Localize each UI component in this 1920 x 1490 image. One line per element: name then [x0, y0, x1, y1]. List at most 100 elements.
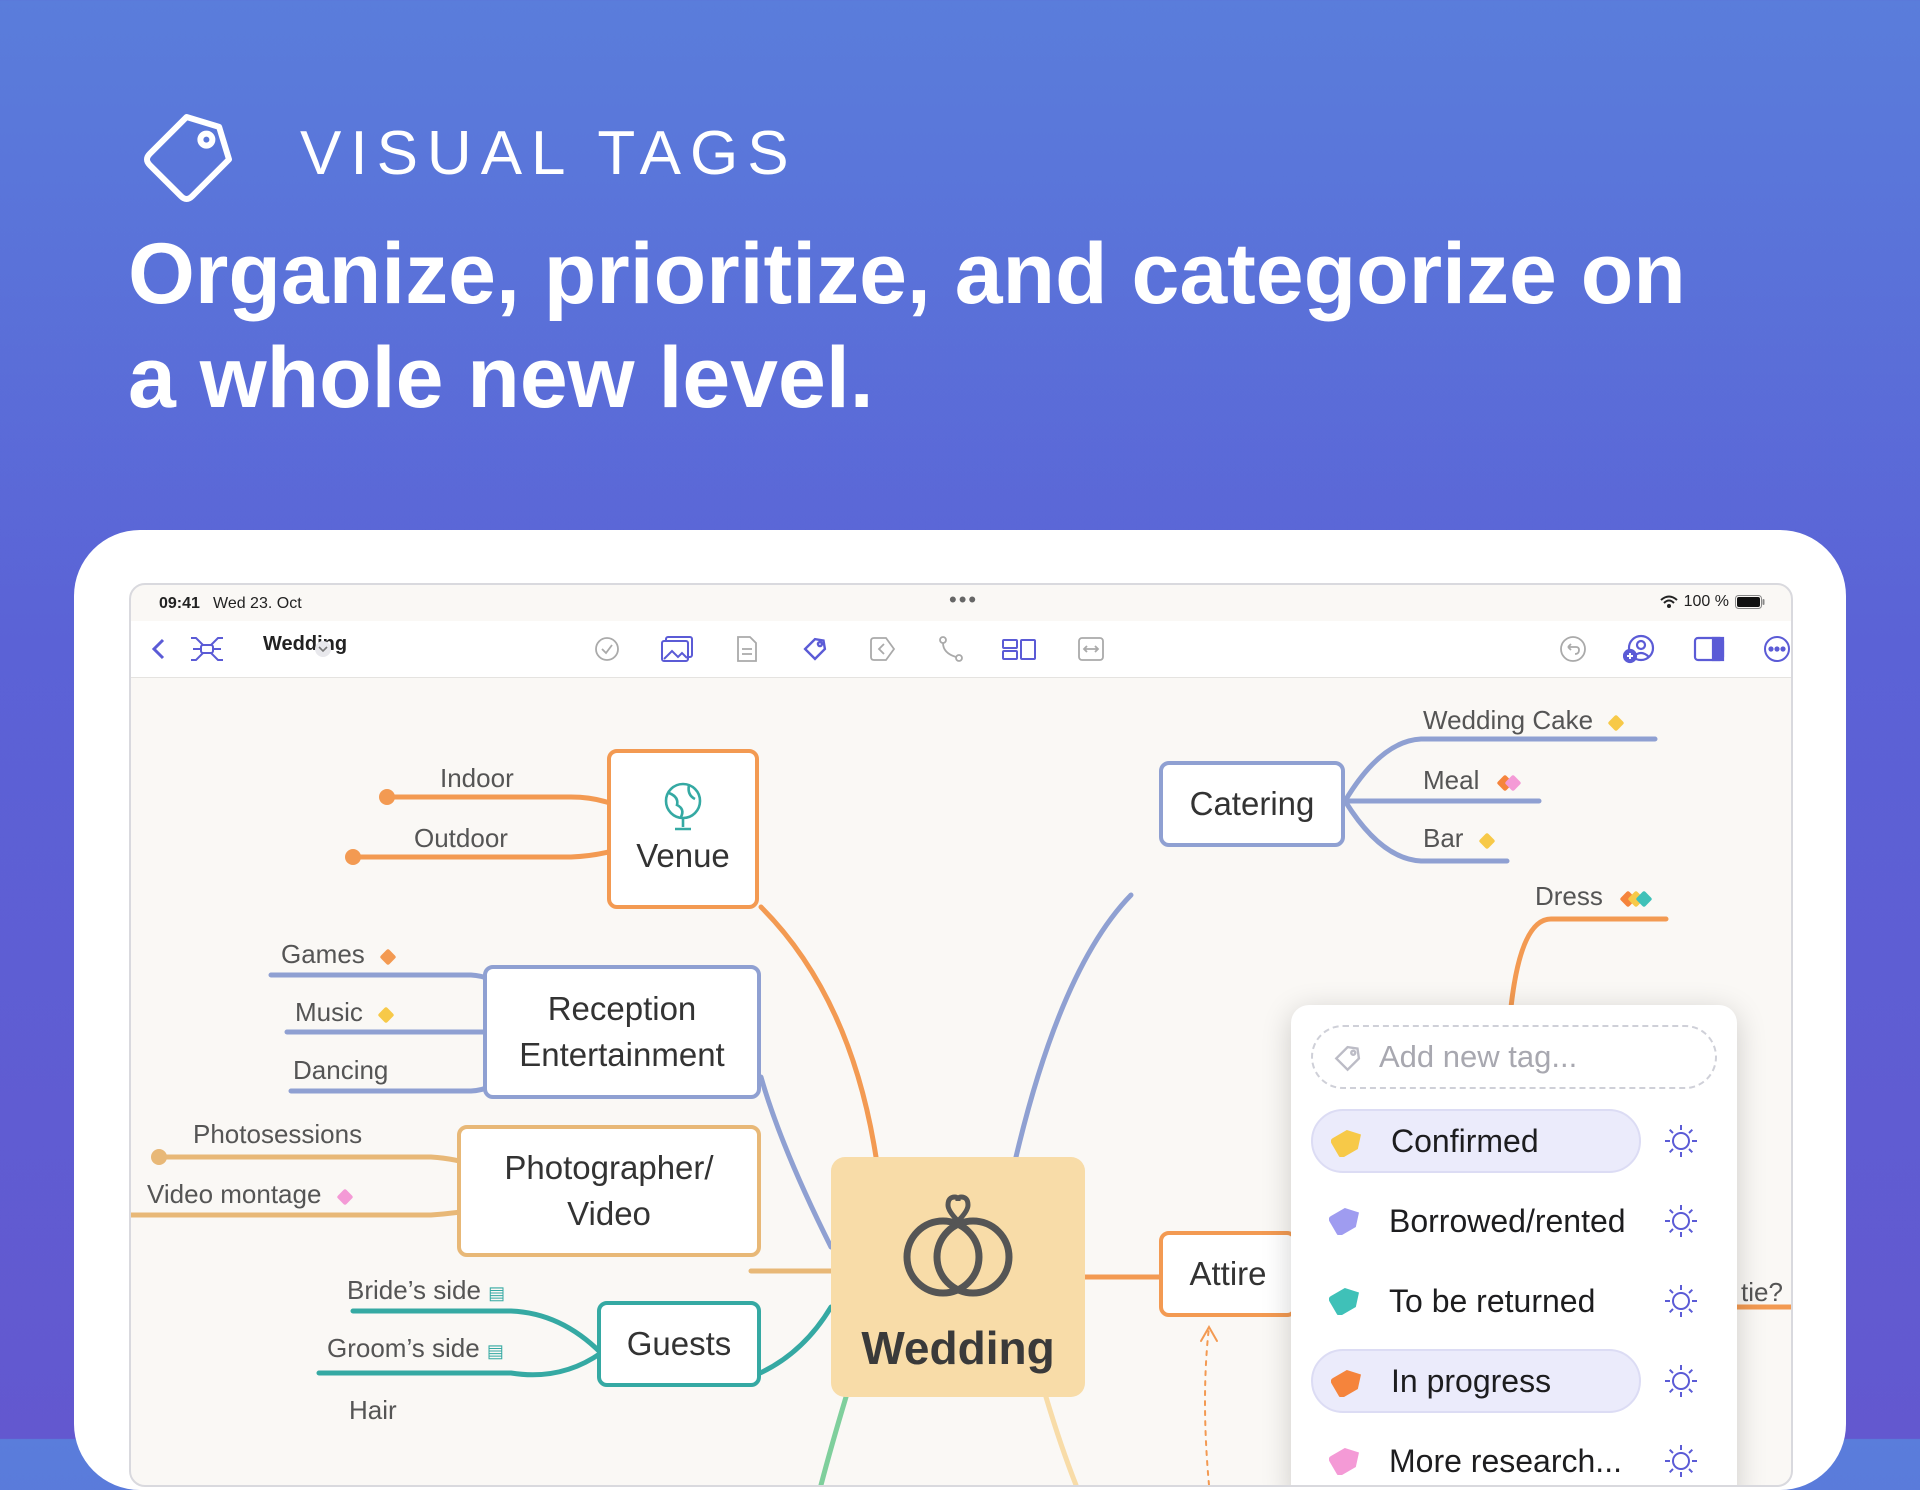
leaf-grooms-side[interactable]: Groom’s side ▤ [327, 1333, 504, 1364]
fit-width-icon[interactable] [1073, 631, 1109, 667]
more-icon[interactable] [1759, 631, 1791, 667]
tag-label: Borrowed/rented [1389, 1202, 1626, 1239]
node-guests[interactable]: Guests [597, 1301, 761, 1387]
checkmark-icon[interactable] [589, 631, 625, 667]
tag-row-to-be-returned[interactable]: To be returned [1311, 1269, 1641, 1333]
mindmap-canvas[interactable]: Venue Indoor Outdoor Reception Entertain… [131, 677, 1791, 1485]
tag-swatch-teal [1329, 1287, 1359, 1315]
tag-dot-yellow [377, 1006, 395, 1024]
leaf-grooms-label: Groom’s side [327, 1333, 480, 1363]
app-screen: 09:41 Wed 23. Oct ••• 100 % Wedding Venu… [129, 583, 1793, 1487]
tag-dot-orange [379, 948, 397, 966]
globe-icon [664, 782, 702, 831]
node-attire[interactable]: Attire [1159, 1231, 1297, 1317]
gear-icon[interactable] [1661, 1281, 1701, 1321]
leaf-games[interactable]: Games [281, 939, 397, 970]
tag-row-borrowed[interactable]: Borrowed/rented [1311, 1189, 1641, 1253]
leaf-video-label: Video montage [147, 1179, 322, 1209]
leaf-brides-label: Bride’s side [347, 1275, 481, 1305]
leaf-hair[interactable]: Hair [349, 1395, 397, 1426]
gear-icon[interactable] [1661, 1441, 1701, 1481]
tag-dot-pink [336, 1188, 354, 1206]
tag-swatch-yellow [1331, 1129, 1361, 1157]
leaf-meal-label: Meal [1423, 765, 1480, 795]
rings-icon [903, 1194, 1013, 1297]
leaf-indoor[interactable]: Indoor [440, 763, 514, 794]
tag-row-more-research[interactable]: More research... [1311, 1429, 1641, 1485]
leaf-tie[interactable]: tie? [1741, 1277, 1783, 1308]
note-icon: ▤ [488, 1283, 506, 1303]
leaf-meal[interactable]: Meal [1423, 765, 1522, 796]
tag-label: Confirmed [1391, 1122, 1539, 1159]
tag-popup: Add new tag... Confirmed Borrowed/rented… [1291, 1005, 1737, 1485]
leaf-bar-label: Bar [1423, 823, 1464, 853]
tag-outline-icon [1334, 1045, 1361, 1072]
tag-icon [144, 113, 233, 202]
leaf-music-label: Music [295, 997, 363, 1027]
gear-icon[interactable] [1661, 1121, 1701, 1161]
note-icon: ▤ [486, 1341, 504, 1361]
reception-line2: Entertainment [519, 1036, 725, 1073]
relation-icon[interactable] [933, 631, 969, 667]
leaf-dress-label: Dress [1535, 881, 1603, 911]
battery-percent: 100 % [1683, 593, 1729, 610]
battery-status: 100 % [1659, 593, 1765, 611]
note-icon[interactable] [729, 631, 765, 667]
leaf-music[interactable]: Music [295, 997, 395, 1028]
photo-line2: Video [567, 1195, 651, 1232]
venue-label: Venue [636, 837, 730, 874]
leaf-bar[interactable]: Bar [1423, 823, 1496, 854]
attire-label: Attire [1189, 1255, 1267, 1292]
undo-icon[interactable] [1555, 631, 1591, 667]
reception-line1: Reception [547, 990, 697, 1027]
status-bar: 09:41 Wed 23. Oct ••• 100 % [131, 585, 1791, 621]
tag-swatch-pink [1329, 1447, 1359, 1475]
status-time: 09:41 [159, 595, 200, 612]
tag-dot-yellow [1607, 714, 1625, 732]
leaf-wedding-cake[interactable]: Wedding Cake [1423, 705, 1625, 736]
battery-icon [1735, 595, 1765, 609]
headline: Organize, prioritize, and categorize on … [128, 226, 1686, 426]
tag-label: To be returned [1389, 1282, 1596, 1319]
gear-icon[interactable] [1661, 1201, 1701, 1241]
status-date: Wed 23. Oct [213, 595, 302, 612]
leaf-video-montage[interactable]: Video montage [147, 1179, 354, 1210]
tag-label: In progress [1391, 1362, 1552, 1399]
add-tag-input[interactable]: Add new tag... [1311, 1025, 1717, 1089]
photo-line1: Photographer/ [504, 1149, 714, 1186]
multitask-dots[interactable]: ••• [949, 587, 978, 613]
leaf-dress[interactable]: Dress [1535, 881, 1653, 912]
tag-label: More research... [1389, 1442, 1622, 1479]
image-icon[interactable] [659, 631, 695, 667]
leaf-dancing[interactable]: Dancing [293, 1055, 388, 1086]
node-catering[interactable]: Catering [1159, 761, 1345, 847]
leaf-brides-side[interactable]: Bride’s side ▤ [347, 1275, 505, 1306]
node-wedding-center[interactable]: Wedding [831, 1157, 1085, 1397]
center-label: Wedding [861, 1322, 1055, 1374]
guests-label: Guests [626, 1325, 732, 1362]
layout-icon[interactable] [1001, 631, 1037, 667]
tag-toolbar-icon[interactable] [797, 631, 833, 667]
tag-row-confirmed[interactable]: Confirmed [1311, 1109, 1641, 1173]
link-tag-icon[interactable] [865, 631, 901, 667]
back-chevron-icon[interactable] [141, 631, 177, 667]
tag-dot-yellow [1478, 832, 1496, 850]
mindmap-icon[interactable] [189, 631, 225, 667]
sidebar-icon[interactable] [1691, 631, 1727, 667]
chevron-down-icon[interactable] [305, 631, 341, 667]
tag-row-in-progress[interactable]: In progress [1311, 1349, 1641, 1413]
leaf-games-label: Games [281, 939, 365, 969]
tag-swatch-orange [1331, 1369, 1361, 1397]
leaf-outdoor[interactable]: Outdoor [414, 823, 508, 854]
wifi-icon [1659, 595, 1678, 608]
node-reception[interactable]: Reception Entertainment [483, 965, 761, 1099]
node-venue[interactable]: Venue [607, 749, 759, 909]
gear-icon[interactable] [1661, 1361, 1701, 1401]
leaf-cake-label: Wedding Cake [1423, 705, 1594, 735]
collaborate-icon[interactable] [1621, 631, 1657, 667]
catering-label: Catering [1189, 785, 1315, 822]
section-eyebrow: VISUAL TAGS [300, 119, 798, 188]
node-photographer[interactable]: Photographer/ Video [457, 1125, 761, 1257]
leaf-photosessions[interactable]: Photosessions [193, 1119, 362, 1150]
toolbar: Wedding [131, 621, 1791, 678]
